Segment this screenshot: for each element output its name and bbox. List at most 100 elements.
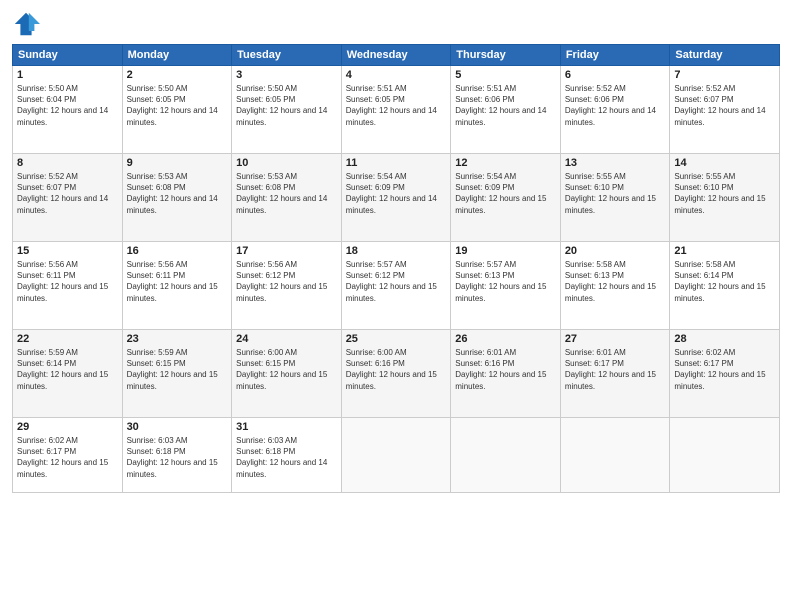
header-friday: Friday xyxy=(560,45,670,66)
calendar-cell: 3 Sunrise: 5:50 AMSunset: 6:05 PMDaylight… xyxy=(232,66,342,154)
day-info: Sunrise: 5:58 AMSunset: 6:13 PMDaylight:… xyxy=(565,259,666,304)
day-number: 5 xyxy=(455,69,556,81)
day-info: Sunrise: 5:53 AMSunset: 6:08 PMDaylight:… xyxy=(236,171,337,216)
day-info: Sunrise: 6:02 AMSunset: 6:17 PMDaylight:… xyxy=(17,435,118,480)
calendar-cell: 21Sunrise: 5:58 AMSunset: 6:14 PMDayligh… xyxy=(670,242,780,330)
day-number: 3 xyxy=(236,69,337,81)
calendar-cell xyxy=(341,418,451,493)
day-number: 22 xyxy=(17,333,118,345)
day-number: 30 xyxy=(127,421,228,433)
calendar-cell: 13 Sunrise: 5:55 AMSunset: 6:10 PMDayligh… xyxy=(560,154,670,242)
day-info: Sunrise: 5:50 AMSunset: 6:05 PMDaylight:… xyxy=(127,83,228,128)
day-number: 1 xyxy=(17,69,118,81)
calendar-cell: 27 Sunrise: 6:01 AMSunset: 6:17 PMDayligh… xyxy=(560,330,670,418)
day-number: 8 xyxy=(17,157,118,169)
calendar-cell: 14 Sunrise: 5:55 AMSunset: 6:10 PMDayligh… xyxy=(670,154,780,242)
calendar-cell: 29 Sunrise: 6:02 AMSunset: 6:17 PMDayligh… xyxy=(13,418,123,493)
calendar-cell: 9 Sunrise: 5:53 AMSunset: 6:08 PMDaylight… xyxy=(122,154,232,242)
day-info: Sunrise: 5:52 AMSunset: 6:07 PMDaylight:… xyxy=(17,171,118,216)
calendar-cell: 26Sunrise: 6:01 AMSunset: 6:16 PMDayligh… xyxy=(451,330,561,418)
calendar-cell: 22 Sunrise: 5:59 AMSunset: 6:14 PMDayligh… xyxy=(13,330,123,418)
header-monday: Monday xyxy=(122,45,232,66)
calendar-cell: 25Sunrise: 6:00 AMSunset: 6:16 PMDayligh… xyxy=(341,330,451,418)
header-sunday: Sunday xyxy=(13,45,123,66)
calendar-cell: 12 Sunrise: 5:54 AMSunset: 6:09 PMDayligh… xyxy=(451,154,561,242)
day-number: 2 xyxy=(127,69,228,81)
day-number: 14 xyxy=(674,157,775,169)
calendar-cell: 31 Sunrise: 6:03 AMSunset: 6:18 PMDayligh… xyxy=(232,418,342,493)
day-number: 26 xyxy=(455,333,556,345)
header-saturday: Saturday xyxy=(670,45,780,66)
calendar-cell: 6 Sunrise: 5:52 AMSunset: 6:06 PMDaylight… xyxy=(560,66,670,154)
calendar-cell xyxy=(451,418,561,493)
day-number: 19 xyxy=(455,245,556,257)
day-number: 13 xyxy=(565,157,666,169)
calendar-cell: 5 Sunrise: 5:51 AMSunset: 6:06 PMDaylight… xyxy=(451,66,561,154)
day-info: Sunrise: 5:57 AMSunset: 6:12 PMDaylight:… xyxy=(346,259,447,304)
day-number: 31 xyxy=(236,421,337,433)
day-info: Sunrise: 5:55 AMSunset: 6:10 PMDaylight:… xyxy=(565,171,666,216)
day-number: 25 xyxy=(346,333,447,345)
day-number: 18 xyxy=(346,245,447,257)
day-info: Sunrise: 5:54 AMSunset: 6:09 PMDaylight:… xyxy=(346,171,447,216)
day-number: 12 xyxy=(455,157,556,169)
day-number: 10 xyxy=(236,157,337,169)
day-number: 20 xyxy=(565,245,666,257)
calendar-cell: 11 Sunrise: 5:54 AMSunset: 6:09 PMDayligh… xyxy=(341,154,451,242)
day-number: 6 xyxy=(565,69,666,81)
day-number: 16 xyxy=(127,245,228,257)
day-info: Sunrise: 6:03 AMSunset: 6:18 PMDaylight:… xyxy=(236,435,337,480)
logo-icon xyxy=(12,10,40,38)
day-number: 9 xyxy=(127,157,228,169)
day-info: Sunrise: 5:55 AMSunset: 6:10 PMDaylight:… xyxy=(674,171,775,216)
day-info: Sunrise: 5:57 AMSunset: 6:13 PMDaylight:… xyxy=(455,259,556,304)
day-info: Sunrise: 5:59 AMSunset: 6:15 PMDaylight:… xyxy=(127,347,228,392)
page-container: Sunday Monday Tuesday Wednesday Thursday… xyxy=(0,0,792,612)
day-info: Sunrise: 5:58 AMSunset: 6:14 PMDaylight:… xyxy=(674,259,775,304)
day-number: 27 xyxy=(565,333,666,345)
day-info: Sunrise: 6:00 AMSunset: 6:15 PMDaylight:… xyxy=(236,347,337,392)
day-info: Sunrise: 5:59 AMSunset: 6:14 PMDaylight:… xyxy=(17,347,118,392)
day-info: Sunrise: 5:52 AMSunset: 6:06 PMDaylight:… xyxy=(565,83,666,128)
calendar-cell: 10 Sunrise: 5:53 AMSunset: 6:08 PMDayligh… xyxy=(232,154,342,242)
calendar-cell: 19 Sunrise: 5:57 AMSunset: 6:13 PMDayligh… xyxy=(451,242,561,330)
day-number: 29 xyxy=(17,421,118,433)
day-info: Sunrise: 5:54 AMSunset: 6:09 PMDaylight:… xyxy=(455,171,556,216)
day-info: Sunrise: 5:50 AMSunset: 6:04 PMDaylight:… xyxy=(17,83,118,128)
calendar-table: Sunday Monday Tuesday Wednesday Thursday… xyxy=(12,44,780,493)
calendar-cell xyxy=(560,418,670,493)
calendar-cell: 7 Sunrise: 5:52 AMSunset: 6:07 PMDaylight… xyxy=(670,66,780,154)
calendar-cell: 2 Sunrise: 5:50 AMSunset: 6:05 PMDaylight… xyxy=(122,66,232,154)
day-info: Sunrise: 5:53 AMSunset: 6:08 PMDaylight:… xyxy=(127,171,228,216)
day-info: Sunrise: 5:50 AMSunset: 6:05 PMDaylight:… xyxy=(236,83,337,128)
day-number: 24 xyxy=(236,333,337,345)
calendar-cell: 8 Sunrise: 5:52 AMSunset: 6:07 PMDaylight… xyxy=(13,154,123,242)
calendar-cell: 17Sunrise: 5:56 AMSunset: 6:12 PMDayligh… xyxy=(232,242,342,330)
calendar-cell: 16 Sunrise: 5:56 AMSunset: 6:11 PMDayligh… xyxy=(122,242,232,330)
day-info: Sunrise: 6:01 AMSunset: 6:17 PMDaylight:… xyxy=(565,347,666,392)
header-tuesday: Tuesday xyxy=(232,45,342,66)
day-info: Sunrise: 5:51 AMSunset: 6:06 PMDaylight:… xyxy=(455,83,556,128)
day-number: 23 xyxy=(127,333,228,345)
day-info: Sunrise: 6:02 AMSunset: 6:17 PMDaylight:… xyxy=(674,347,775,392)
calendar-cell: 18 Sunrise: 5:57 AMSunset: 6:12 PMDayligh… xyxy=(341,242,451,330)
logo xyxy=(12,10,44,38)
day-info: Sunrise: 5:51 AMSunset: 6:05 PMDaylight:… xyxy=(346,83,447,128)
day-info: Sunrise: 5:52 AMSunset: 6:07 PMDaylight:… xyxy=(674,83,775,128)
day-number: 4 xyxy=(346,69,447,81)
day-info: Sunrise: 5:56 AMSunset: 6:11 PMDaylight:… xyxy=(127,259,228,304)
day-number: 28 xyxy=(674,333,775,345)
day-number: 11 xyxy=(346,157,447,169)
calendar-cell: 24 Sunrise: 6:00 AMSunset: 6:15 PMDayligh… xyxy=(232,330,342,418)
day-number: 17 xyxy=(236,245,337,257)
calendar-cell: 23 Sunrise: 5:59 AMSunset: 6:15 PMDayligh… xyxy=(122,330,232,418)
calendar-cell: 20 Sunrise: 5:58 AMSunset: 6:13 PMDayligh… xyxy=(560,242,670,330)
day-info: Sunrise: 5:56 AMSunset: 6:11 PMDaylight:… xyxy=(17,259,118,304)
calendar-cell xyxy=(670,418,780,493)
header-thursday: Thursday xyxy=(451,45,561,66)
calendar-cell: 28 Sunrise: 6:02 AMSunset: 6:17 PMDayligh… xyxy=(670,330,780,418)
day-info: Sunrise: 6:03 AMSunset: 6:18 PMDaylight:… xyxy=(127,435,228,480)
calendar-cell: 4 Sunrise: 5:51 AMSunset: 6:05 PMDaylight… xyxy=(341,66,451,154)
day-number: 7 xyxy=(674,69,775,81)
calendar-cell: 1 Sunrise: 5:50 AMSunset: 6:04 PMDaylight… xyxy=(13,66,123,154)
